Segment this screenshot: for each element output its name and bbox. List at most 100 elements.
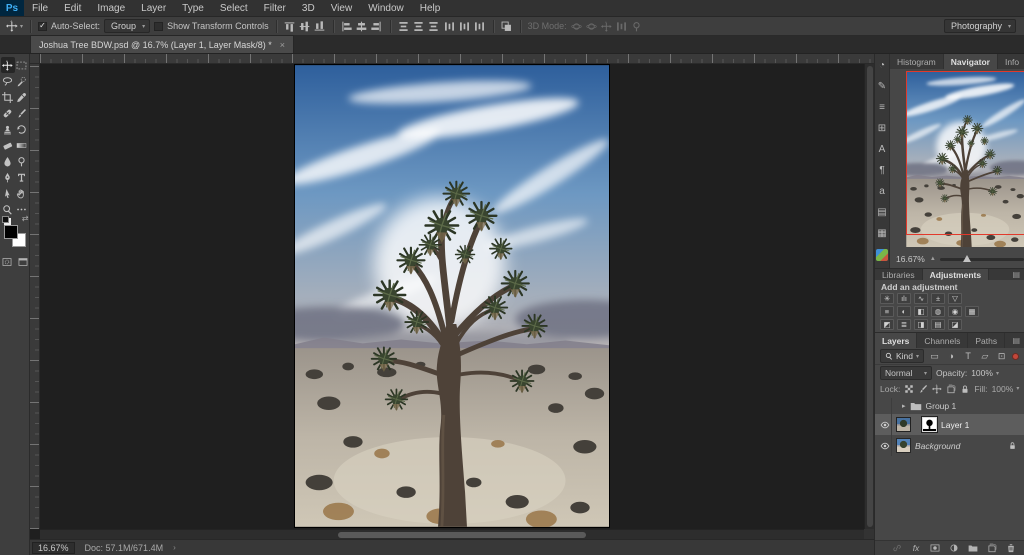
brush-panel-icon[interactable]: ✎ <box>875 81 889 93</box>
menu-layer[interactable]: Layer <box>133 0 174 16</box>
tab-adjustments[interactable]: Adjustments <box>923 269 989 280</box>
layer-name[interactable]: Layer 1 <box>941 420 969 430</box>
horizontal-ruler[interactable] <box>40 54 874 64</box>
screen-mode-button[interactable] <box>17 257 29 267</box>
new-adjustment-layer-button[interactable] <box>948 543 960 554</box>
eyedropper-tool[interactable] <box>15 89 29 105</box>
adjustment-brightness-contrast[interactable]: ✳ <box>880 293 894 304</box>
align-top-button[interactable] <box>284 20 296 32</box>
adjustment-black-white[interactable]: ◧ <box>914 306 928 317</box>
vertical-ruler[interactable] <box>30 64 40 529</box>
adjustment-photo-filter[interactable]: ◍ <box>931 306 945 317</box>
filter-adjustment-layers-icon[interactable]: ◑ <box>945 350 958 362</box>
adjustment-hue-saturation[interactable]: ≡ <box>880 306 894 317</box>
menu-3d[interactable]: 3D <box>294 0 323 16</box>
adjustment-color-balance[interactable]: ◐ <box>897 306 911 317</box>
navigator-zoom-value[interactable]: 16.67% <box>896 254 925 264</box>
histogram-compact-panel-icon[interactable]: ▦ <box>875 228 889 240</box>
adjustment-curves[interactable]: ∿ <box>914 293 928 304</box>
paragraph-panel-icon[interactable]: ¶ <box>875 165 889 177</box>
tab-paths[interactable]: Paths <box>968 333 1005 348</box>
layer-row-background[interactable]: Background <box>875 435 1024 456</box>
opacity-input[interactable]: 100%▾ <box>971 368 999 378</box>
horizontal-scrollbar[interactable] <box>40 529 864 539</box>
zoom-level-input[interactable]: 16.67% <box>32 542 75 554</box>
status-options-chevron[interactable]: › <box>173 543 176 552</box>
canvas-area[interactable] <box>30 54 874 539</box>
history-brush-tool[interactable] <box>15 121 29 137</box>
lock-pixels-button[interactable] <box>918 383 928 394</box>
align-bottom-button[interactable] <box>314 20 326 32</box>
path-selection-tool[interactable] <box>1 185 15 201</box>
canvas[interactable] <box>40 64 864 529</box>
lasso-tool[interactable] <box>1 73 15 89</box>
layer-filtering-toggle[interactable] <box>1012 353 1019 360</box>
align-right-button[interactable] <box>371 20 383 32</box>
align-horizontal-centers-button[interactable] <box>356 20 368 32</box>
crop-tool[interactable] <box>1 89 15 105</box>
visibility-toggle[interactable] <box>878 398 892 414</box>
new-layer-button[interactable] <box>986 543 998 554</box>
visibility-toggle[interactable] <box>878 435 892 456</box>
menu-type[interactable]: Type <box>174 0 212 16</box>
character-styles-panel-icon[interactable]: a <box>875 186 889 198</box>
photo-joshua-tree[interactable] <box>295 65 609 527</box>
spot-healing-brush-tool[interactable] <box>1 105 15 121</box>
tab-libraries[interactable]: Libraries <box>875 269 923 280</box>
layer-thumbnail[interactable] <box>896 417 911 432</box>
foreground-color-swatch[interactable] <box>4 225 18 239</box>
filter-type-layers-icon[interactable]: T <box>962 350 975 362</box>
blend-mode-select[interactable]: Normal▾ <box>880 366 932 380</box>
clone-source-panel-icon[interactable]: ◔ <box>875 60 889 72</box>
adjustment-selective-color[interactable]: ◪ <box>948 319 962 330</box>
layer-style-button[interactable]: fx <box>910 543 922 554</box>
zoom-tool[interactable] <box>1 201 15 217</box>
tab-histogram[interactable]: Histogram <box>890 54 944 69</box>
clone-stamp-tool[interactable] <box>1 121 15 137</box>
zoom-out-icon[interactable]: ▲ <box>930 256 936 262</box>
tool-presets-panel-icon[interactable]: ≡ <box>875 102 889 114</box>
adjustment-levels[interactable]: ılı <box>897 293 911 304</box>
eraser-tool[interactable] <box>1 137 15 153</box>
document-tab[interactable]: Joshua Tree BDW.psd @ 16.7% (Layer 1, La… <box>30 35 294 53</box>
adjustment-threshold[interactable]: ◨ <box>914 319 928 330</box>
layer-name[interactable]: Background <box>915 441 960 451</box>
filter-smart-objects-icon[interactable]: ⊡ <box>995 350 1008 362</box>
adjustment-posterize[interactable]: ≣ <box>897 319 911 330</box>
rectangular-marquee-tool[interactable] <box>15 57 29 73</box>
vertical-scrollbar-thumb[interactable] <box>867 66 873 527</box>
navigator-zoom-slider[interactable]: ▲ ▲ <box>930 254 1024 264</box>
distribute-right-button[interactable] <box>474 20 486 32</box>
quick-selection-tool[interactable] <box>15 73 29 89</box>
layer-name[interactable]: Group 1 <box>926 401 957 411</box>
lock-transparency-button[interactable] <box>904 383 914 394</box>
filter-shape-layers-icon[interactable]: ▱ <box>978 350 991 362</box>
menu-edit[interactable]: Edit <box>56 0 89 16</box>
lock-all-button[interactable] <box>960 383 970 394</box>
tab-navigator[interactable]: Navigator <box>944 54 998 69</box>
distribute-top-button[interactable] <box>398 20 410 32</box>
panel-menu-icon[interactable]: ▤ <box>1008 333 1024 348</box>
layer-row-layer1[interactable]: Layer 1 <box>875 414 1024 435</box>
layer-mask-thumbnail[interactable] <box>922 417 937 432</box>
tab-info[interactable]: Info <box>998 54 1024 69</box>
distribute-bottom-button[interactable] <box>428 20 440 32</box>
character-panel-icon[interactable]: A <box>875 144 889 156</box>
menu-help[interactable]: Help <box>412 0 449 16</box>
layer-row-group1[interactable]: ▸ Group 1 <box>875 398 1024 414</box>
adjustment-vibrance[interactable]: ▽ <box>948 293 962 304</box>
tab-layers[interactable]: Layers <box>875 333 917 348</box>
adjustment-channel-mixer[interactable]: ◉ <box>948 306 962 317</box>
menu-image[interactable]: Image <box>89 0 133 16</box>
lock-artboard-button[interactable] <box>946 383 956 394</box>
move-tool[interactable] <box>1 57 15 73</box>
delete-layer-button[interactable] <box>1005 543 1017 554</box>
mini-bridge-panel-icon[interactable] <box>876 249 888 261</box>
default-colors-icon[interactable] <box>2 216 9 223</box>
horizontal-scrollbar-thumb[interactable] <box>338 532 586 538</box>
disclosure-triangle-icon[interactable]: ▸ <box>902 402 906 410</box>
gradient-tool[interactable] <box>15 137 29 153</box>
adjustment-exposure[interactable]: ± <box>931 293 945 304</box>
auto-select-target-select[interactable]: Group▾ <box>104 19 150 33</box>
auto-select-checkbox[interactable] <box>38 22 47 31</box>
